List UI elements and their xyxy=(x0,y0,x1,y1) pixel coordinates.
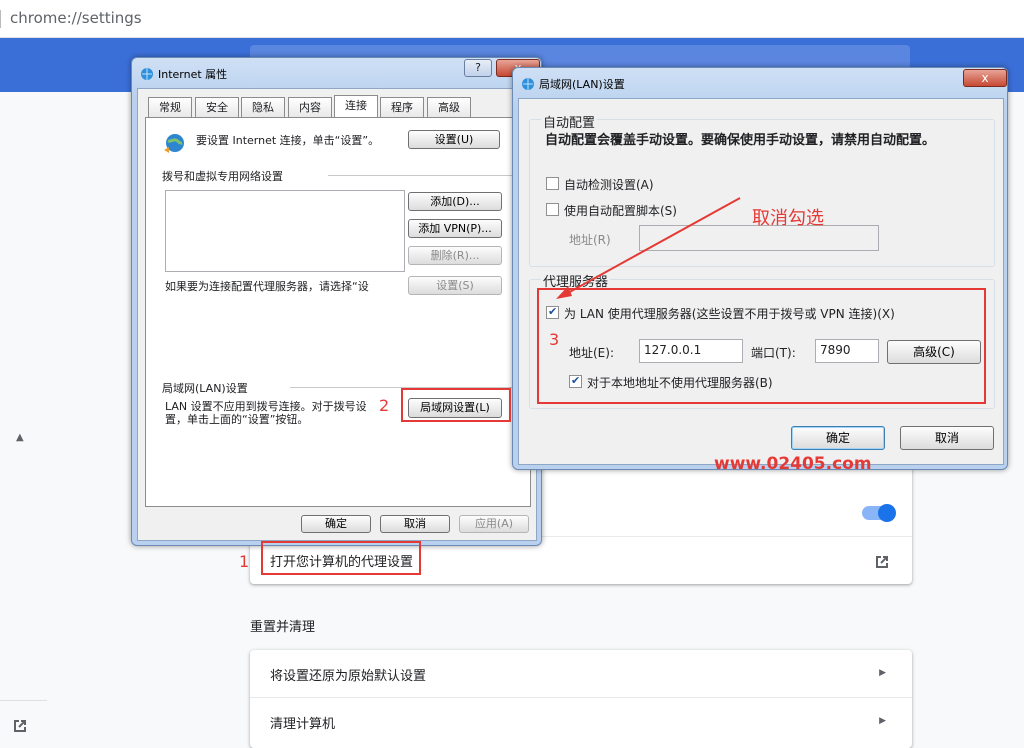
close-button[interactable]: x xyxy=(963,69,1007,87)
dialup-connections-list[interactable] xyxy=(165,190,405,272)
proxy-hint-text: 如果要为连接配置代理服务器，请选择“设 xyxy=(165,280,369,293)
setup-connection-text: 要设置 Internet 连接，单击“设置”。 xyxy=(196,134,380,147)
tab-strip: 常规 安全 隐私 内容 连接 程序 高级 xyxy=(148,95,538,117)
chevron-right-icon: ▶ xyxy=(879,668,886,678)
cleanup-computer-row[interactable]: 清理计算机 ▶ xyxy=(250,698,912,746)
url-text[interactable]: chrome://settings xyxy=(10,9,142,27)
reset-section-title: 重置并清理 xyxy=(250,620,316,635)
reset-defaults-row[interactable]: 将设置还原为原始默认设置 ▶ xyxy=(250,650,912,698)
tab-programs[interactable]: 程序 xyxy=(380,97,424,117)
lan-text-line1: LAN 设置不应用到拨号连接。对于拨号设 xyxy=(165,400,367,413)
globe-network-icon xyxy=(162,132,186,159)
uncheck-annotation: 取消勾选 xyxy=(752,208,824,229)
cancel-button[interactable]: 取消 xyxy=(380,515,450,533)
tab-general[interactable]: 常规 xyxy=(148,97,192,117)
dialog-title: Internet 属性 xyxy=(158,68,228,81)
ie-globe-icon xyxy=(521,77,535,94)
step3-label: 3 xyxy=(549,330,560,349)
help-button[interactable]: ? xyxy=(464,59,492,77)
step1-label: 1 xyxy=(239,552,250,571)
tab-security[interactable]: 安全 xyxy=(195,97,239,117)
auto-script-checkbox[interactable] xyxy=(546,203,559,216)
lan-settings-dialog: 局域网(LAN)设置 x 自动配置 自动配置会覆盖手动设置。要确保使用手动设置，… xyxy=(512,67,1008,470)
dialog-title: 局域网(LAN)设置 xyxy=(539,78,625,91)
cancel-button[interactable]: 取消 xyxy=(900,426,994,450)
dialog-client-area: 常规 安全 隐私 内容 连接 程序 高级 要设置 Internet 连接，单击“… xyxy=(137,88,537,541)
auto-script-label[interactable]: 使用自动配置脚本(S) xyxy=(564,202,677,219)
apply-button[interactable]: 应用(A) xyxy=(459,515,529,533)
step2-highlight xyxy=(401,388,511,422)
dialup-group-title: 拨号和虚拟专用网络设置 xyxy=(162,170,283,183)
dialog-titlebar[interactable]: Internet 属性 ? x xyxy=(132,58,541,86)
auto-detect-checkbox[interactable] xyxy=(546,177,559,190)
step2-label: 2 xyxy=(379,396,390,415)
chevron-right-icon: ▶ xyxy=(879,716,886,726)
ok-button[interactable]: 确定 xyxy=(301,515,371,533)
dialog-titlebar[interactable]: 局域网(LAN)设置 x xyxy=(513,68,1007,96)
step3-highlight xyxy=(537,288,986,404)
delete-button[interactable]: 删除(R)... xyxy=(408,246,502,265)
address-bar[interactable]: chrome://settings xyxy=(0,0,1024,38)
add-vpn-button[interactable]: 添加 VPN(P)... xyxy=(408,219,502,238)
dialup-settings-button[interactable]: 设置(S) xyxy=(408,276,502,295)
ie-globe-icon xyxy=(140,67,154,84)
watermark-text: www.02405.com xyxy=(714,454,872,474)
lan-text-line2: 置，单击上面的“设置”按钮。 xyxy=(165,413,309,426)
auto-config-title: 自动配置 xyxy=(541,112,598,131)
left-nav-divider xyxy=(0,700,47,701)
cleanup-computer-label: 清理计算机 xyxy=(270,717,336,732)
group-divider xyxy=(328,175,518,176)
tab-privacy[interactable]: 隐私 xyxy=(241,97,285,117)
step1-highlight xyxy=(261,541,421,575)
reset-card: 将设置还原为原始默认设置 ▶ 清理计算机 ▶ xyxy=(250,650,912,748)
tab-page-connections: 要设置 Internet 连接，单击“设置”。 设置(U) 拨号和虚拟专用网络设… xyxy=(145,117,531,507)
ok-button[interactable]: 确定 xyxy=(791,426,885,450)
collapse-arrow-icon[interactable]: ▲ xyxy=(16,432,24,443)
auto-detect-label[interactable]: 自动检测设置(A) xyxy=(564,176,654,193)
internet-properties-dialog: Internet 属性 ? x 常规 安全 隐私 内容 连接 程序 高级 要设置… xyxy=(131,57,542,546)
tab-content[interactable]: 内容 xyxy=(288,97,332,117)
open-external-icon[interactable] xyxy=(12,718,28,737)
add-button[interactable]: 添加(D)... xyxy=(408,192,502,211)
setup-button[interactable]: 设置(U) xyxy=(408,130,500,149)
tab-connections[interactable]: 连接 xyxy=(334,95,378,117)
external-link-icon[interactable] xyxy=(874,554,890,573)
reset-defaults-label: 将设置还原为原始默认设置 xyxy=(270,669,427,684)
script-address-label: 地址(R) xyxy=(569,233,611,247)
lan-group-title: 局域网(LAN)设置 xyxy=(162,382,248,395)
dialog-client-area: 自动配置 自动配置会覆盖手动设置。要确保使用手动设置，请禁用自动配置。 自动检测… xyxy=(518,98,1004,465)
hardware-acceleration-toggle[interactable] xyxy=(862,504,896,522)
address-bar-divider xyxy=(0,10,1,28)
tab-advanced[interactable]: 高级 xyxy=(427,97,471,117)
auto-config-description: 自动配置会覆盖手动设置。要确保使用手动设置，请禁用自动配置。 xyxy=(545,133,936,148)
